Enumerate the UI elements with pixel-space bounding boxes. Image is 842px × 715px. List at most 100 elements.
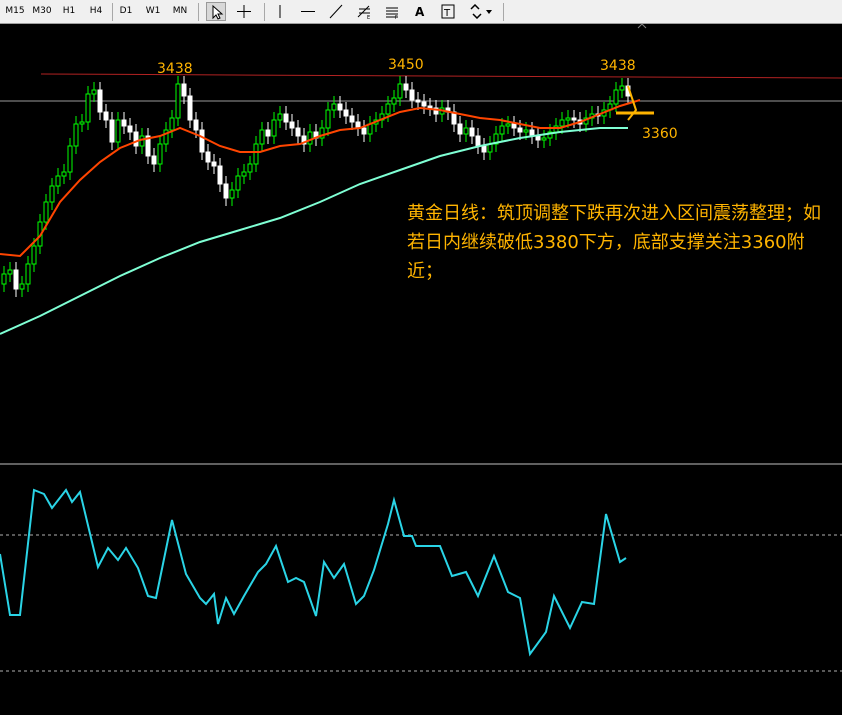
- candle-body: [247, 163, 253, 173]
- trendline-icon[interactable]: [326, 2, 346, 21]
- candle-body: [85, 93, 91, 123]
- candle-body: [55, 175, 61, 187]
- candle-body: [79, 121, 85, 125]
- oscillator-line: [0, 488, 627, 657]
- candle-body: [295, 127, 301, 137]
- candle-body: [559, 119, 565, 127]
- candle-body: [475, 135, 481, 147]
- candle-body: [565, 117, 571, 121]
- candle-body: [121, 119, 127, 127]
- price-label-3438-left: 3438: [157, 61, 193, 77]
- candle-body: [1, 273, 7, 285]
- candle-body: [337, 103, 343, 111]
- candle-body: [517, 127, 523, 133]
- candle-body: [331, 103, 337, 111]
- toolbar-separator: [198, 3, 199, 21]
- timeframe-h4[interactable]: H4: [84, 3, 108, 20]
- candle-body: [109, 119, 115, 143]
- candle-body: [343, 109, 349, 117]
- candle-body: [49, 185, 55, 203]
- candle-body: [13, 269, 19, 290]
- horizontal-line-icon[interactable]: [298, 2, 318, 21]
- candle-body: [535, 135, 541, 141]
- candle-body: [43, 201, 49, 223]
- candle-body: [127, 125, 133, 133]
- toolbar-separator: [503, 3, 504, 21]
- candle-body: [115, 119, 121, 143]
- svg-text:F: F: [395, 15, 398, 19]
- timeframe-h1[interactable]: H1: [58, 3, 80, 20]
- candle-body: [91, 89, 97, 95]
- candle-body: [253, 143, 259, 165]
- candle-body: [571, 117, 577, 121]
- candle-body: [223, 183, 229, 199]
- candle-body: [169, 117, 175, 131]
- candle-body: [265, 129, 271, 137]
- arrows-dropdown-icon[interactable]: [466, 2, 496, 21]
- candle-body: [133, 131, 139, 147]
- fibonacci-icon[interactable]: E: [354, 2, 374, 21]
- candle-body: [325, 109, 331, 129]
- shift-marker: [637, 24, 647, 29]
- svg-text:A: A: [415, 5, 425, 19]
- candle-body: [409, 89, 415, 101]
- timeframe-w1[interactable]: W1: [142, 3, 164, 20]
- candle-body: [217, 165, 223, 185]
- candle-body: [139, 135, 145, 147]
- candle-body: [361, 127, 367, 135]
- price-label-3450: 3450: [388, 57, 424, 73]
- candle-body: [349, 115, 355, 123]
- candle-body: [619, 85, 625, 91]
- candle-body: [511, 123, 517, 129]
- candle-body: [229, 189, 235, 199]
- candle-body: [151, 155, 157, 165]
- timeframe-d1[interactable]: D1: [116, 3, 136, 20]
- timeframe-m30[interactable]: M30: [30, 3, 54, 20]
- candle-body: [97, 89, 103, 113]
- candle-body: [421, 101, 427, 107]
- candle-body: [415, 99, 421, 103]
- price-chart: [0, 24, 842, 672]
- candle-body: [193, 119, 199, 131]
- cursor-icon[interactable]: [206, 2, 226, 21]
- candle-body: [523, 129, 529, 133]
- candle-body: [307, 131, 313, 145]
- timeframe-mn[interactable]: MN: [168, 3, 192, 20]
- candle-body: [211, 161, 217, 167]
- candle-body: [505, 123, 511, 127]
- price-label-3438-right: 3438: [600, 58, 636, 74]
- toolbar-separator: [264, 3, 265, 21]
- candle-body: [259, 129, 265, 145]
- crosshair-icon[interactable]: [234, 2, 254, 21]
- candle-body: [499, 125, 505, 135]
- candle-body: [403, 83, 409, 91]
- candle-body: [613, 89, 619, 105]
- candle-body: [19, 283, 25, 290]
- candle-body: [7, 269, 13, 275]
- fibo-fan-icon[interactable]: F: [382, 2, 402, 21]
- analysis-annotation: 黄金日线：筑顶调整下跌再次进入区间震荡整理；如若日内继续破低3380下方，底部支…: [407, 203, 821, 282]
- price-label-3360: 3360: [642, 126, 678, 142]
- text-label-icon[interactable]: T: [438, 2, 458, 21]
- text-icon[interactable]: A: [410, 2, 430, 21]
- candle-body: [241, 171, 247, 177]
- chart-area[interactable]: 3438 3450 3438 3360 黄金日线：筑顶调整下跌再次进入区间震荡整…: [0, 24, 842, 715]
- candle-body: [199, 129, 205, 153]
- timeframe-m15[interactable]: M15: [4, 3, 26, 20]
- vertical-line-icon[interactable]: [270, 2, 290, 21]
- candle-body: [235, 175, 241, 191]
- chart-toolbar: M15 M30 H1 H4 D1 W1 MN E F A T: [0, 0, 842, 24]
- candle-body: [385, 103, 391, 115]
- candle-body: [391, 97, 397, 105]
- candle-body: [463, 127, 469, 135]
- candle-body: [187, 95, 193, 121]
- candle-body: [397, 83, 403, 99]
- toolbar-separator: [112, 3, 113, 21]
- candle-body: [25, 263, 31, 285]
- candle-body: [427, 105, 433, 109]
- candle-body: [31, 245, 37, 265]
- candle-body: [205, 151, 211, 163]
- candle-body: [157, 143, 163, 165]
- candle-body: [103, 111, 109, 121]
- svg-text:T: T: [443, 8, 451, 19]
